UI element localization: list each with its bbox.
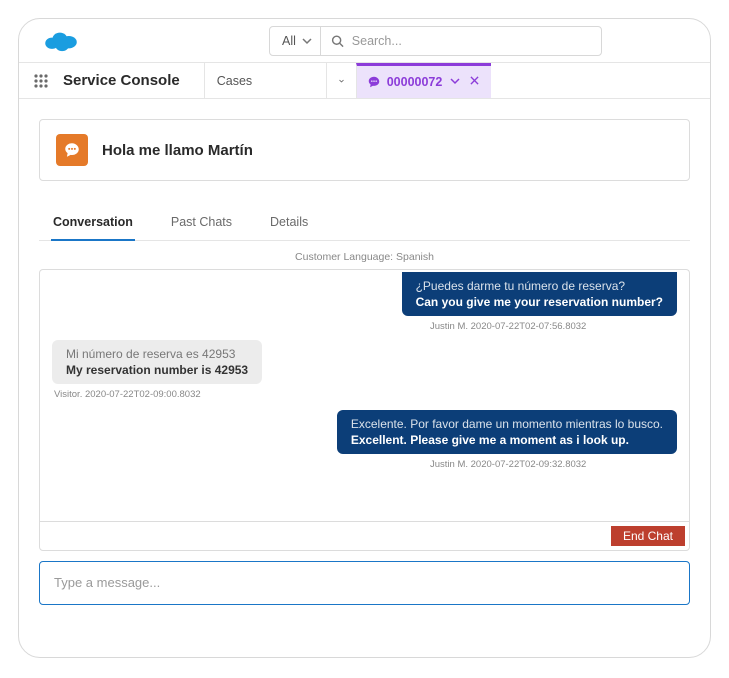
apps-grid-icon: [33, 73, 49, 89]
salesforce-logo-icon: [43, 29, 79, 53]
console-name: Service Console: [63, 63, 204, 98]
translated-text: Can you give me your reservation number?: [416, 295, 663, 309]
chevron-down-icon: [339, 76, 344, 86]
nav-cases-label: Cases: [217, 74, 252, 88]
original-text: ¿Puedes darme tu número de reserva?: [416, 279, 663, 293]
record-tabs: Conversation Past Chats Details: [39, 207, 690, 241]
search-input[interactable]: [352, 34, 591, 48]
visitor-message: Mi número de reserva es 42953 My reservat…: [52, 340, 689, 400]
message-bubble: Mi número de reserva es 42953 My reservat…: [52, 340, 262, 384]
original-text: Mi número de reserva es 42953: [66, 347, 248, 361]
chat-transcript: ¿Puedes darme tu número de reserva? Can y…: [39, 269, 690, 521]
message-bubble: ¿Puedes darme tu número de reserva? Can y…: [402, 272, 677, 316]
tab-conversation[interactable]: Conversation: [51, 207, 135, 241]
translated-text: My reservation number is 42953: [66, 363, 248, 377]
search-box: [321, 27, 601, 55]
tab-past-chats[interactable]: Past Chats: [169, 207, 234, 240]
case-header: Hola me llamo Martín: [39, 119, 690, 181]
customer-language: Customer Language: Spanish: [39, 241, 690, 269]
search-scope-label: All: [282, 34, 296, 48]
search-icon: [331, 34, 344, 48]
global-header: All: [19, 19, 710, 63]
message-timestamp: Visitor. 2020-07-22T02-09:00.8032: [54, 389, 201, 400]
translated-text: Excellent. Please give me a moment as i …: [351, 433, 663, 447]
tab-close[interactable]: [468, 76, 481, 88]
console-nav: Service Console Cases 00000072: [19, 63, 710, 99]
app-launcher-button[interactable]: [19, 63, 63, 98]
tab-details[interactable]: Details: [268, 207, 310, 240]
nav-cases-dropdown[interactable]: [326, 63, 356, 98]
compose-input[interactable]: [54, 575, 675, 590]
end-chat-button[interactable]: End Chat: [611, 526, 685, 546]
chevron-down-icon: [302, 36, 312, 46]
app-window: All Service Console Cases 00000: [18, 18, 711, 658]
tab-id: 00000072: [387, 75, 443, 89]
global-search: All: [269, 26, 602, 56]
compose-area: [39, 561, 690, 605]
search-scope-dropdown[interactable]: All: [270, 27, 321, 55]
chat-bubble-icon: [367, 75, 381, 89]
chat-actions-bar: End Chat: [39, 521, 690, 551]
original-text: Excelente. Por favor dame un momento mie…: [351, 417, 663, 431]
close-icon: [470, 76, 479, 85]
chat-session-icon: [56, 134, 88, 166]
nav-cases[interactable]: Cases: [204, 63, 326, 98]
message-timestamp: Justin M. 2020-07-22T02-07:56.8032: [430, 321, 586, 332]
case-title: Hola me llamo Martín: [102, 142, 253, 159]
main-content: Hola me llamo Martín Conversation Past C…: [19, 99, 710, 605]
workspace-tab-active[interactable]: 00000072: [356, 63, 492, 98]
chevron-down-icon: [450, 76, 460, 86]
message-timestamp: Justin M. 2020-07-22T02-09:32.8032: [430, 459, 586, 470]
agent-message: ¿Puedes darme tu número de reserva? Can y…: [40, 272, 677, 332]
message-bubble: Excelente. Por favor dame un momento mie…: [337, 410, 677, 454]
agent-message: Excelente. Por favor dame un momento mie…: [40, 410, 677, 470]
chat-bubble-icon: [63, 141, 81, 159]
tab-dropdown[interactable]: [448, 76, 462, 89]
